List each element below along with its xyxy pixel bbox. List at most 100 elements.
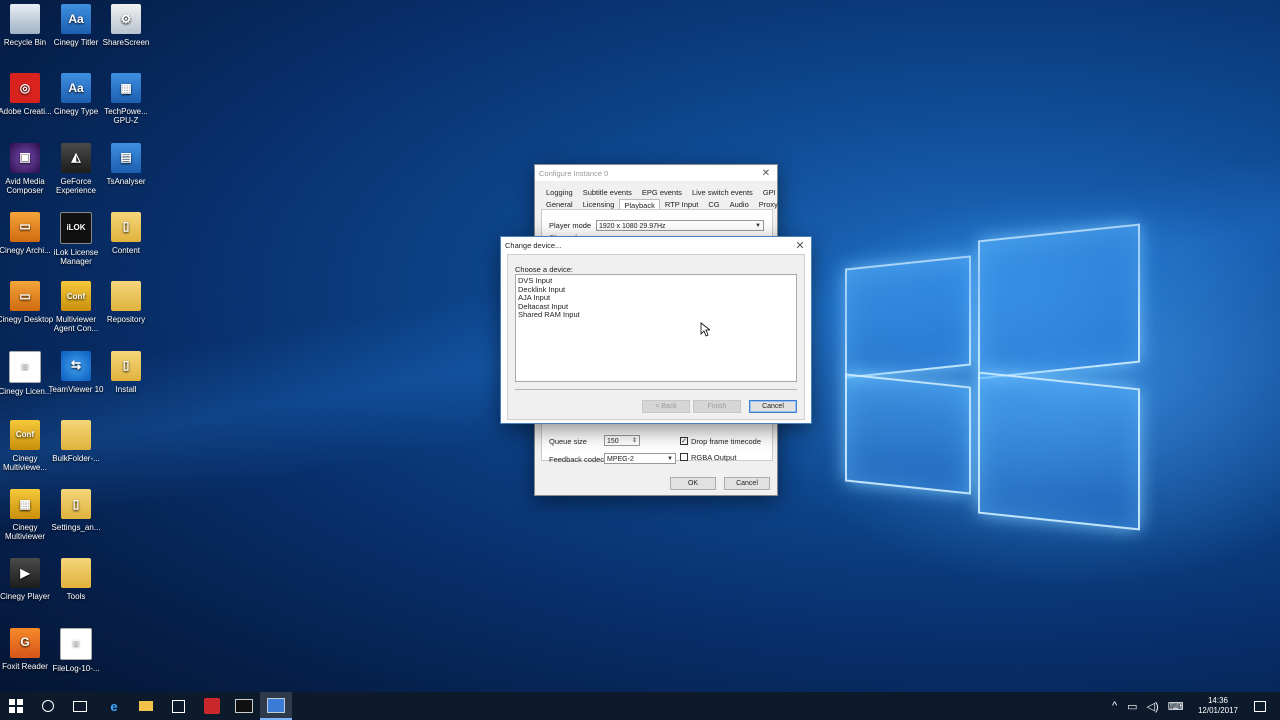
- desktop-app-icon: ≡: [9, 350, 41, 383]
- edge-browser-button[interactable]: e: [98, 692, 130, 720]
- drop-frame-checkbox[interactable]: ✓: [680, 437, 688, 445]
- keyboard-icon[interactable]: ⌨: [1168, 700, 1184, 713]
- config-titlebar[interactable]: Configure Instance 0 ✕: [535, 165, 777, 181]
- desktop-icon[interactable]: ▯ Install: [97, 350, 155, 394]
- desktop-icon-label: FileLog-10-...: [52, 663, 100, 673]
- search-button[interactable]: [32, 692, 64, 720]
- desktop-icon[interactable]: ≡ FileLog-10-...: [47, 627, 105, 673]
- taskbar-app-red-button[interactable]: [196, 692, 228, 720]
- desktop-app-icon: ◭: [61, 142, 91, 173]
- desktop-app-icon: G: [10, 627, 40, 658]
- config-ok-button[interactable]: OK: [670, 477, 716, 490]
- show-hidden-icons-chevron-icon[interactable]: ^: [1112, 700, 1117, 712]
- finish-button[interactable]: Finish: [693, 400, 741, 413]
- rgba-output-checkbox[interactable]: [680, 453, 688, 461]
- desktop-icon-label: Cinegy Player: [0, 592, 50, 602]
- desktop-app-icon: ▦: [10, 489, 40, 520]
- desktop-app-icon: [61, 558, 91, 589]
- desktop-icon-label: Adobe Creati...: [0, 107, 52, 117]
- desktop-app-icon: ▭: [10, 281, 40, 312]
- queue-size-value: 150: [607, 438, 619, 445]
- system-tray: ^ ▭ ◁) ⌨: [1112, 692, 1192, 720]
- device-list[interactable]: DVS Input Decklink Input AJA Input Deltacas…: [515, 274, 797, 382]
- desktop-icon-label: Content: [111, 245, 141, 255]
- config-cancel-button[interactable]: Cancel: [724, 477, 770, 490]
- desktop-icon[interactable]: ▦ Cinegy Multiviewer: [0, 489, 54, 541]
- desktop-icon[interactable]: BulkFolder-...: [47, 419, 105, 463]
- taskbar-configure-app-button[interactable]: [260, 692, 292, 720]
- desktop-icon-label: Repository: [106, 315, 146, 325]
- clock-date: 12/01/2017: [1197, 706, 1239, 715]
- change-device-body: Choose a device: DVS Input Decklink Input…: [507, 254, 805, 420]
- desktop-icon-label: Avid Media Composer: [5, 176, 45, 195]
- desktop-app-icon: [111, 281, 141, 312]
- change-device-title: Change device...: [505, 240, 562, 250]
- device-list-item[interactable]: Decklink Input: [518, 285, 794, 295]
- desktop-icon-label: Tools: [66, 592, 86, 602]
- change-device-close-icon[interactable]: ✕: [789, 239, 811, 252]
- back-button[interactable]: < Back: [642, 400, 690, 413]
- windows-logo-pane-br: [978, 371, 1140, 531]
- desktop-icon[interactable]: ▤ TsAnalyser: [97, 142, 155, 186]
- taskbar: e ^ ▭ ◁) ⌨ 14:36 12/01/2017: [0, 692, 1280, 720]
- network-icon[interactable]: ▭: [1127, 700, 1137, 713]
- desktop-app-icon: ▭: [10, 211, 40, 242]
- task-view-button[interactable]: [64, 692, 96, 720]
- desktop-app-icon: iLOK: [60, 211, 92, 244]
- config-close-icon[interactable]: ✕: [755, 168, 777, 179]
- change-device-titlebar[interactable]: Change device... ✕: [501, 237, 811, 253]
- desktop-icon-label: Install: [115, 384, 137, 394]
- desktop-app-icon: ▤: [111, 142, 141, 173]
- desktop-icon[interactable]: ▭ Cinegy Desktop: [0, 281, 54, 324]
- store-button[interactable]: [162, 692, 194, 720]
- desktop-app-icon: ▯: [111, 350, 141, 381]
- clock-time: 14:36: [1207, 696, 1229, 705]
- desktop-icon-label: BulkFolder-...: [52, 453, 100, 463]
- desktop-icon[interactable]: ⚙ ShareScreen: [97, 4, 155, 47]
- file-explorer-button[interactable]: [130, 692, 162, 720]
- desktop-icon[interactable]: Conf Cinegy Multiviewe...: [0, 419, 54, 472]
- cancel-button[interactable]: Cancel: [749, 400, 797, 413]
- desktop-icon[interactable]: Repository: [97, 281, 155, 324]
- clock[interactable]: 14:36 12/01/2017: [1196, 696, 1240, 716]
- player-mode-value: 1920 x 1080 29.97Hz: [599, 223, 666, 230]
- mouse-cursor-icon: [700, 322, 710, 337]
- volume-icon[interactable]: ◁): [1147, 700, 1159, 713]
- choose-device-label: Choose a device:: [515, 265, 573, 274]
- desktop-icon[interactable]: ▦ TechPowe... GPU-Z: [97, 73, 155, 125]
- desktop-app-icon: Conf: [10, 419, 40, 450]
- desktop-icon[interactable]: ▯ Content: [97, 211, 155, 255]
- action-center-button[interactable]: [1246, 692, 1274, 720]
- store-bag-icon: [171, 699, 185, 713]
- desktop-icon[interactable]: ▭ Cinegy Archi...: [0, 211, 54, 255]
- feedback-codec-value: MPEG-2: [607, 456, 634, 463]
- desktop-icon-label: TsAnalyser: [106, 176, 146, 186]
- desktop-icon[interactable]: G Foxit Reader: [0, 627, 54, 671]
- desktop-icon-label: TechPowe... GPU-Z: [104, 107, 148, 126]
- desktop-icon[interactable]: ▶ Cinegy Player: [0, 558, 54, 601]
- desktop-icon[interactable]: ▯ Settings_an...: [47, 489, 105, 532]
- windows-start-icon: [9, 699, 23, 713]
- desktop-icon[interactable]: ▣ Avid Media Composer: [0, 142, 54, 195]
- taskbar-terminal-button[interactable]: [228, 692, 260, 720]
- config-app-icon: [267, 697, 285, 713]
- red-app-icon: [204, 698, 220, 714]
- windows-logo-pane-tr: [978, 223, 1140, 380]
- desktop-app-icon: ◎: [10, 73, 40, 104]
- feedback-codec-select[interactable]: MPEG-2 ▼: [604, 453, 676, 464]
- desktop-icon-label: Foxit Reader: [2, 661, 48, 671]
- queue-size-stepper[interactable]: 150 ⇕: [604, 435, 640, 446]
- change-device-dialog: Change device... ✕ Choose a device: DVS …: [500, 236, 812, 424]
- player-mode-select[interactable]: 1920 x 1080 29.97Hz ▼: [596, 220, 764, 231]
- desktop-icon[interactable]: ◎ Adobe Creati...: [0, 73, 54, 116]
- desktop-icon[interactable]: Recycle Bin: [0, 4, 54, 47]
- windows-logo-pane-tl: [845, 255, 971, 379]
- feedback-codec-label: Feedback codec: [549, 455, 605, 464]
- device-list-item[interactable]: Shared RAM Input: [518, 311, 794, 320]
- desktop-icon[interactable]: ≡ Cinegy Licen...: [0, 350, 54, 396]
- desktop-icon[interactable]: Tools: [47, 558, 105, 601]
- start-button[interactable]: [0, 692, 32, 720]
- desktop-app-icon: ▦: [111, 73, 141, 104]
- desktop-app-icon: [10, 4, 40, 34]
- notification-icon: [1254, 700, 1266, 712]
